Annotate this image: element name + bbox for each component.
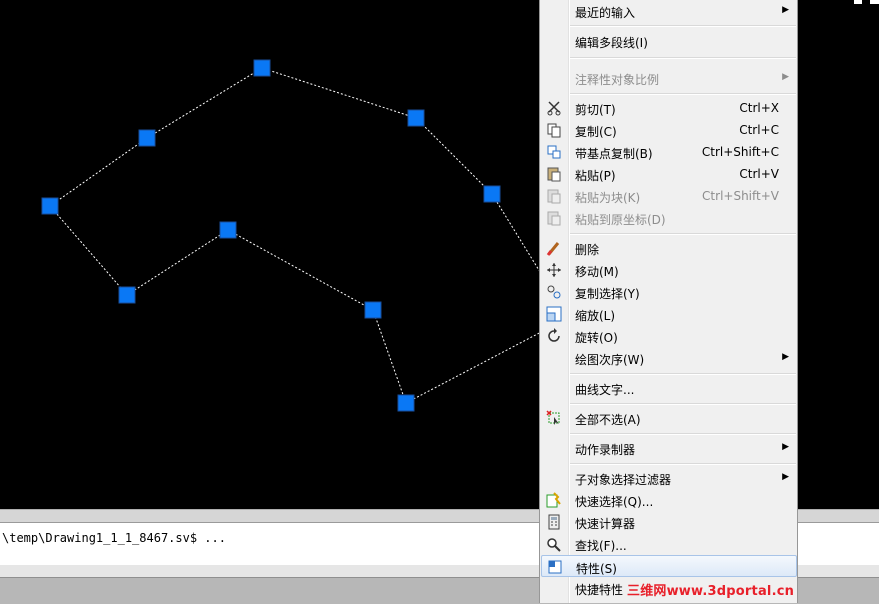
window-control-icon[interactable] <box>854 0 862 4</box>
selected-polyline[interactable] <box>49 67 546 404</box>
menu-item-paste-as-block[interactable]: 粘贴为块(K) Ctrl+Shift+V <box>541 185 797 207</box>
menu-item-quick-select[interactable]: 快速选择(Q)... <box>541 489 797 511</box>
grip-handle[interactable] <box>483 185 501 203</box>
deselect-icon <box>546 410 560 425</box>
grip-handle[interactable] <box>364 301 382 319</box>
menu-item-move[interactable]: 移动(M) <box>541 259 797 281</box>
menu-item-action-recorder[interactable]: 动作录制器 ▶ <box>541 437 797 459</box>
rotate-icon <box>548 328 560 342</box>
paste-icon <box>547 167 561 182</box>
menu-item-recent-input[interactable]: 最近的输入 ▶ <box>541 0 797 22</box>
grip-handle[interactable] <box>41 197 59 215</box>
grip-handle[interactable] <box>219 221 237 239</box>
submenu-arrow-icon: ▶ <box>782 352 789 362</box>
grip-handle[interactable] <box>253 59 271 77</box>
menu-item-draw-order[interactable]: 绘图次序(W) ▶ <box>541 347 797 369</box>
paste-original-icon <box>547 211 561 226</box>
menu-separator <box>570 373 796 375</box>
paste-block-icon <box>547 189 561 204</box>
submenu-arrow-icon: ▶ <box>782 5 789 15</box>
menu-item-deselect-all[interactable]: 全部不选(A) <box>541 407 797 429</box>
move-icon <box>547 263 561 277</box>
submenu-arrow-icon: ▶ <box>782 442 789 452</box>
context-menu: 最近的输入 ▶ 编辑多段线(I) 注释性对象比例 ▶ 剪切(T) Ctrl+X … <box>539 0 798 603</box>
menu-item-scale[interactable]: 缩放(L) <box>541 303 797 325</box>
calculator-icon <box>548 514 560 530</box>
menu-separator <box>570 463 796 465</box>
watermark: 三维网www.3dportal.cn <box>627 584 795 599</box>
scale-icon <box>546 306 562 322</box>
copy-selection-icon <box>547 285 561 299</box>
quick-select-icon <box>546 492 561 508</box>
submenu-arrow-icon: ▶ <box>782 72 789 82</box>
menu-item-copy-selection[interactable]: 复制选择(Y) <box>541 281 797 303</box>
scissors-icon <box>547 101 561 116</box>
menu-item-copy-with-base[interactable]: 带基点复制(B) Ctrl+Shift+C <box>541 141 797 163</box>
menu-item-subobject-filter[interactable]: 子对象选择过滤器 ▶ <box>541 467 797 489</box>
menu-separator <box>570 233 796 235</box>
grip-handle[interactable] <box>118 286 136 304</box>
menu-item-delete[interactable]: 删除 <box>541 237 797 259</box>
grip-handle[interactable] <box>397 394 415 412</box>
menu-item-rotate[interactable]: 旋转(O) <box>541 325 797 347</box>
menu-separator <box>570 57 796 59</box>
submenu-arrow-icon: ▶ <box>782 472 789 482</box>
grip-handle[interactable] <box>407 109 425 127</box>
find-icon <box>547 538 561 552</box>
properties-icon <box>548 560 562 574</box>
command-history-text: \temp\Drawing1_1_1_8467.sv$ ... <box>2 531 226 545</box>
menu-separator <box>570 433 796 435</box>
eraser-icon <box>546 242 560 256</box>
menu-separator <box>570 403 796 405</box>
menu-item-edit-polyline[interactable]: 编辑多段线(I) <box>541 30 797 52</box>
window-control-icon[interactable] <box>870 0 879 4</box>
menu-item-paste-to-original[interactable]: 粘贴到原坐标(D) <box>541 207 797 229</box>
menu-item-annotative-scale[interactable]: 注释性对象比例 ▶ <box>541 67 797 89</box>
menu-item-properties[interactable]: 特性(S) <box>541 555 797 577</box>
grip-handle[interactable] <box>138 129 156 147</box>
menu-item-copy[interactable]: 复制(C) Ctrl+C <box>541 119 797 141</box>
menu-item-find[interactable]: 查找(F)... <box>541 533 797 555</box>
copy-icon <box>547 123 561 138</box>
menu-separator <box>570 93 796 95</box>
menu-separator <box>570 25 796 27</box>
copy-base-icon <box>547 145 561 159</box>
menu-item-cut[interactable]: 剪切(T) Ctrl+X <box>541 97 797 119</box>
menu-item-curve-text[interactable]: 曲线文字... <box>541 377 797 399</box>
menu-item-paste[interactable]: 粘贴(P) Ctrl+V <box>541 163 797 185</box>
menu-item-quick-calc[interactable]: 快速计算器 <box>541 511 797 533</box>
